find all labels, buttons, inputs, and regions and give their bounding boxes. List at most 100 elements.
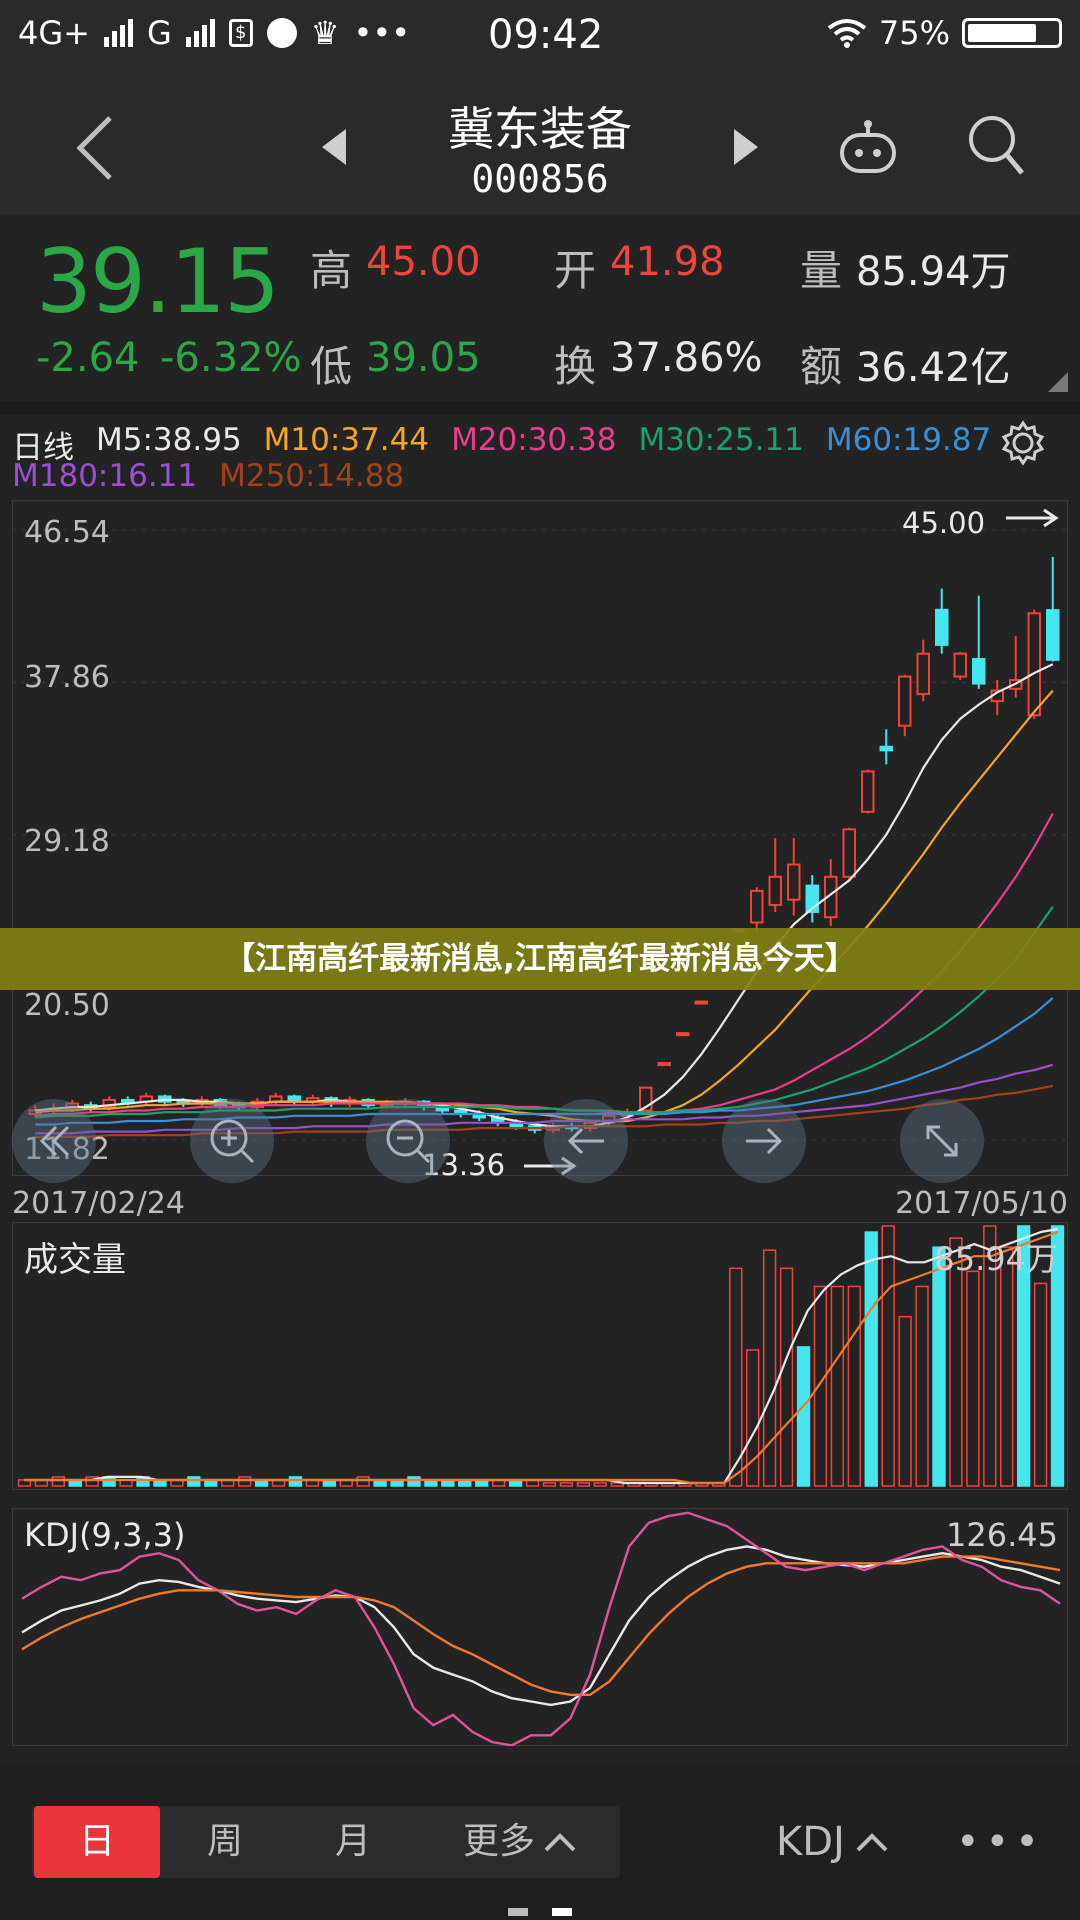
volume-title: 成交量 — [24, 1240, 126, 1280]
tab-more-label: 更多 — [462, 1821, 535, 1862]
news-banner-text: 【江南高纤最新消息,江南高纤最新消息今天】 — [224, 941, 856, 977]
volume-value: 85.94万 — [856, 249, 1011, 295]
volume-bar-43 — [746, 1349, 760, 1487]
kdj-title: KDJ(9,3,3) — [24, 1516, 186, 1554]
volume-bar-53 — [915, 1285, 929, 1487]
expand-corner-icon[interactable] — [1048, 372, 1068, 392]
volume-ma5-line — [24, 1227, 1058, 1485]
status-bar: 4G+ G $ ♛ ••• 09:42 75% — [0, 0, 1080, 75]
zoom-out-icon — [386, 1119, 431, 1164]
candle-body-44 — [842, 828, 856, 878]
indicator-selector[interactable]: KDJ — [776, 1806, 889, 1878]
volume-bar-50 — [864, 1231, 878, 1487]
indicator-label: KDJ — [776, 1819, 845, 1865]
candle-body-5 — [121, 1098, 135, 1103]
page-indicator-2 — [552, 1908, 572, 1916]
status-time: 09:42 — [488, 12, 604, 58]
volume-bar-54 — [932, 1246, 946, 1487]
signal-icon — [103, 19, 133, 47]
volume-bar-56 — [966, 1270, 980, 1487]
high-value: 45.00 — [366, 239, 481, 285]
tab-week[interactable]: 周 — [162, 1806, 288, 1878]
arrow-right-icon-3 — [746, 1127, 783, 1155]
candle-body-41 — [787, 863, 801, 901]
ma-line-m180 — [35, 1063, 1054, 1135]
zoom-in-button[interactable] — [190, 1099, 274, 1183]
news-banner[interactable]: 【江南高纤最新消息,江南高纤最新消息今天】 — [0, 928, 1080, 990]
volume-bar-51 — [881, 1225, 895, 1487]
ma-line-m5 — [35, 663, 1054, 1128]
volume-max-label: 85.94万 — [934, 1240, 1058, 1278]
amount-value: 36.42亿 — [856, 345, 1011, 391]
ma-line-m60 — [35, 997, 1054, 1126]
ma-item-m60: M60:19.87 — [825, 422, 992, 458]
zoom-out-button[interactable] — [366, 1099, 450, 1183]
volume-bar-31 — [542, 1482, 557, 1487]
volume-ma10-line — [24, 1230, 1059, 1485]
candle-body-54 — [1027, 612, 1041, 717]
next-stock-icon[interactable] — [732, 127, 762, 167]
candle-body-48 — [916, 652, 930, 696]
status-left: 4G+ G $ ♛ ••• — [18, 14, 410, 52]
tab-month[interactable]: 月 — [290, 1806, 416, 1878]
pan-left-button[interactable] — [544, 1099, 628, 1183]
zoom-in-icon — [210, 1119, 255, 1164]
ma-item-m180: M180:16.11 — [12, 458, 198, 494]
wifi-icon — [827, 19, 867, 48]
candle-body-34 — [657, 1062, 671, 1067]
more-icon: ••• — [353, 14, 411, 52]
fullscreen-button[interactable] — [900, 1099, 984, 1183]
volume-bar-60 — [1033, 1282, 1048, 1487]
volume-chart[interactable] — [12, 1222, 1068, 1490]
low-label: 低 — [310, 342, 353, 391]
more-options-icon[interactable]: ••• — [956, 1806, 1045, 1878]
chevron-up-icon — [544, 1833, 576, 1852]
arrow-right-icon — [1006, 508, 1059, 528]
volume-bar-13 — [237, 1476, 252, 1487]
crown-icon: ♛ — [310, 14, 340, 52]
tab-day[interactable]: 日 — [34, 1806, 160, 1878]
volume-bar-2 — [51, 1476, 66, 1487]
gear-icon[interactable] — [1000, 420, 1046, 466]
volume-bar-49 — [847, 1285, 861, 1487]
current-price: 39.15 — [36, 230, 280, 333]
volume-bar-20 — [356, 1476, 370, 1487]
kline-chart[interactable] — [12, 500, 1068, 1176]
kdj-d-line — [21, 1555, 1061, 1697]
arrow-left-icon — [567, 1127, 604, 1155]
turnover-label: 换 — [554, 342, 597, 391]
ma-item-m250: M250:14.88 — [219, 458, 405, 494]
ma-item-m20: M20:30.38 — [451, 422, 617, 458]
ma-line-m10 — [35, 689, 1054, 1123]
tab-more[interactable]: 更多 — [440, 1806, 600, 1878]
double-chevron-left-icon — [39, 1125, 70, 1157]
quote-panel: 39.15 -2.64 -6.32% 高 45.00 低 39.05 开 41.… — [0, 215, 1080, 405]
candle-body-39 — [750, 889, 764, 924]
kdj-k-line — [21, 1545, 1061, 1707]
volume-bar-46 — [796, 1346, 811, 1487]
pan-right-button[interactable] — [722, 1099, 806, 1183]
ma-legend-row2: M180:16.11 M250:14.88 — [12, 458, 404, 494]
paint-icon — [266, 18, 297, 48]
turnover-value: 37.86% — [610, 335, 763, 381]
y-tick-3: 29.18 — [24, 824, 110, 859]
price-change-pct: -6.32% — [160, 335, 302, 381]
candle-body-49 — [935, 608, 949, 646]
volume-bar-48 — [830, 1285, 845, 1487]
y-tick-4: 20.50 — [24, 988, 110, 1023]
bottom-bar: 日 周 月 更多 KDJ ••• — [0, 1766, 1080, 1920]
search-icon[interactable] — [966, 113, 1026, 177]
open-label: 开 — [554, 246, 597, 295]
volume-bar-16 — [288, 1476, 303, 1487]
candle-body-46 — [879, 745, 893, 752]
max-price-label: 45.00 — [902, 506, 986, 540]
page-indicator-1 — [508, 1908, 528, 1916]
date-end: 2017/05/10 — [895, 1186, 1068, 1221]
network-4g-label: 4G+ — [18, 14, 90, 52]
pan-left-fast-button[interactable] — [12, 1099, 96, 1183]
network-g-label: G — [146, 14, 172, 52]
volume-bar-23 — [407, 1476, 421, 1487]
robot-icon[interactable] — [836, 119, 900, 175]
volume-bar-58 — [1000, 1246, 1014, 1487]
stock-code: 000856 — [471, 157, 609, 201]
